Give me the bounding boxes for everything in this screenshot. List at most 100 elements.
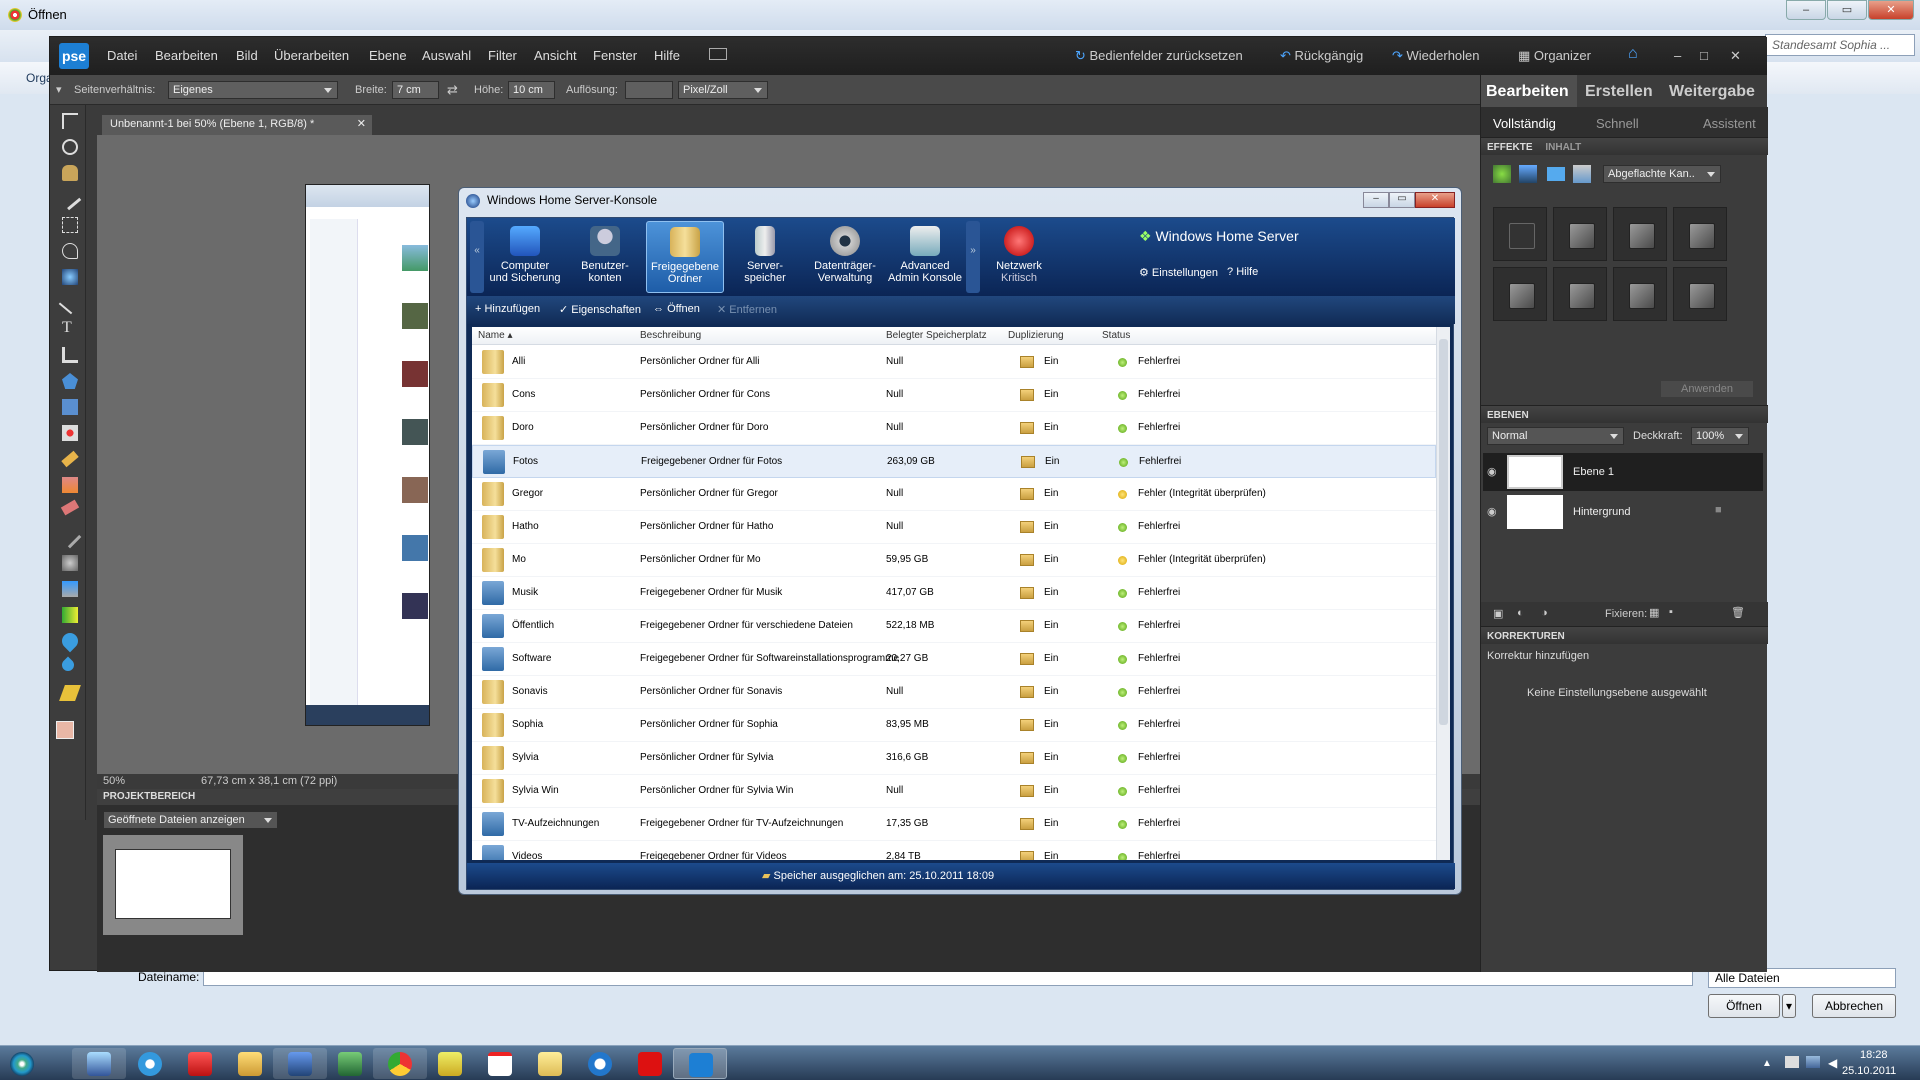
adjustment-layer-icon[interactable]: ◐ <box>1517 607 1524 619</box>
open-options-arrow[interactable]: ▾ <box>1782 994 1796 1018</box>
foreground-color-swatch[interactable] <box>56 721 74 739</box>
menu-hilfe[interactable]: Hilfe <box>654 48 680 63</box>
menu-fenster[interactable]: Fenster <box>593 48 637 63</box>
taskbar-app[interactable] <box>623 1048 677 1079</box>
clock-time[interactable]: 18:28 <box>1860 1049 1888 1061</box>
add-button[interactable]: + Hinzufügen <box>475 303 540 315</box>
taskbar-app[interactable] <box>423 1048 477 1079</box>
cancel-button[interactable]: Abbrechen <box>1812 994 1896 1018</box>
menu-datei[interactable]: Datei <box>107 48 137 63</box>
table-row[interactable]: Öffentlich Freigegebener Ordner für versc… <box>472 610 1436 643</box>
ratio-select[interactable]: Eigenes <box>168 81 338 99</box>
menu-bild[interactable]: Bild <box>236 48 258 63</box>
network-icon[interactable] <box>1806 1056 1820 1068</box>
settings-link[interactable]: ⚙ Einstellungen <box>1139 266 1218 279</box>
move-tool-icon[interactable] <box>62 113 78 129</box>
nav-advanced-admin[interactable]: Advanced Admin Konsole <box>886 221 964 293</box>
start-button[interactable] <box>2 1048 48 1079</box>
table-row[interactable]: Sylvia Win Persönlicher Ordner für Sylvia… <box>472 775 1436 808</box>
search-input[interactable]: Standesamt Sophia ... <box>1765 34 1915 56</box>
taskbar-app[interactable] <box>323 1048 377 1079</box>
column-status[interactable]: Status <box>1102 330 1130 341</box>
undo-button[interactable]: ↶ Rückgängig <box>1280 48 1363 64</box>
menu-ebene[interactable]: Ebene <box>369 48 407 63</box>
reset-panels-button[interactable]: ↻ Bedienfelder zurücksetzen <box>1075 48 1243 64</box>
gradient-tool-icon[interactable] <box>62 607 78 623</box>
layer-styles-icon[interactable] <box>1519 165 1537 183</box>
content-tab[interactable]: INHALT <box>1545 142 1581 153</box>
pse-close-button[interactable]: ✕ <box>1730 48 1741 64</box>
visibility-eye-icon[interactable]: ◉ <box>1487 505 1497 518</box>
project-bin-select[interactable]: Geöffnete Dateien anzeigen <box>103 811 278 829</box>
nav-computer-backup[interactable]: Computer und Sicherung <box>486 221 564 293</box>
scrollbar-thumb[interactable] <box>1439 339 1448 725</box>
column-description[interactable]: Beschreibung <box>640 330 701 341</box>
effect-thumb[interactable] <box>1553 267 1607 321</box>
height-input[interactable]: 10 cm <box>508 81 555 99</box>
table-row[interactable]: Videos Freigegebener Ordner für Videos 2,8… <box>472 841 1436 860</box>
layer-row-ebene-1[interactable]: ◉ Ebene 1 <box>1483 453 1763 491</box>
brush-tool-icon[interactable] <box>58 525 82 549</box>
table-row[interactable]: Doro Persönlicher Ordner für Doro Null Ein F… <box>472 412 1436 445</box>
whs-minimize-button[interactable]: – <box>1363 192 1389 208</box>
remove-button[interactable]: ✕ Entfernen <box>717 303 777 316</box>
column-space[interactable]: Belegter Speicherplatz <box>886 330 987 341</box>
sponge-tool-icon[interactable] <box>59 685 81 701</box>
effect-thumb[interactable] <box>1673 267 1727 321</box>
effect-thumb[interactable] <box>1493 267 1547 321</box>
mode-guided[interactable]: Assistent <box>1703 116 1756 131</box>
effects-filter-icon[interactable] <box>1493 165 1511 183</box>
width-input[interactable]: 7 cm <box>392 81 439 99</box>
taskbar-app[interactable] <box>173 1048 227 1079</box>
effects-category-select[interactable]: Abgeflachte Kan.. <box>1603 165 1721 183</box>
organizer-button[interactable]: ▦ Organizer <box>1518 48 1591 64</box>
table-row[interactable]: Mo Persönlicher Ordner für Mo 59,95 GB Ein F… <box>472 544 1436 577</box>
nav-shared-folders[interactable]: Freigegebene Ordner <box>646 221 724 293</box>
photo-effects-icon[interactable] <box>1547 167 1565 181</box>
table-row[interactable]: Fotos Freigegebener Ordner für Fotos 263,0… <box>472 445 1436 478</box>
menu-ansicht[interactable]: Ansicht <box>534 48 577 63</box>
whs-maximize-button[interactable]: ▭ <box>1389 192 1415 208</box>
taskbar-app[interactable] <box>473 1048 527 1079</box>
arrange-documents-icon[interactable] <box>709 48 727 60</box>
pse-maximize-button[interactable]: □ <box>1700 48 1708 63</box>
menu-ueberarbeiten[interactable]: Überarbeiten <box>274 48 349 63</box>
effect-thumb[interactable] <box>1493 207 1547 261</box>
shape-tool-icon[interactable] <box>58 629 82 653</box>
maximize-button[interactable]: ▭ <box>1827 0 1867 20</box>
effect-thumb[interactable] <box>1673 207 1727 261</box>
options-menu-arrow[interactable]: ▾ <box>56 83 62 96</box>
table-row[interactable]: Sylvia Persönlicher Ordner für Sylvia 316,… <box>472 742 1436 775</box>
red-eye-tool-icon[interactable] <box>62 425 78 441</box>
table-row[interactable]: Gregor Persönlicher Ordner für Gregor Null… <box>472 478 1436 511</box>
magic-wand-icon[interactable] <box>62 269 78 285</box>
lock-all-icon[interactable]: ▪ <box>1669 606 1673 618</box>
pse-minimize-button[interactable]: – <box>1674 48 1681 63</box>
zoom-level[interactable]: 50% <box>103 775 125 787</box>
table-row[interactable]: Musik Freigegebener Ordner für Musik 417,0… <box>472 577 1436 610</box>
help-link[interactable]: ? Hilfe <box>1227 266 1258 278</box>
table-row[interactable]: Sonavis Persönlicher Ordner für Sonavis Nu… <box>472 676 1436 709</box>
document-tab[interactable]: Unbenannt-1 bei 50% (Ebene 1, RGB/8) * ✕ <box>102 115 372 135</box>
menu-filter[interactable]: Filter <box>488 48 517 63</box>
effects-tab[interactable]: EFFEKTE <box>1487 142 1533 153</box>
nav-network-status[interactable]: Netzwerk Kritisch <box>981 221 1057 293</box>
healing-brush-icon[interactable] <box>61 450 79 468</box>
table-scrollbar[interactable] <box>1436 327 1450 860</box>
delete-layer-icon[interactable]: 🗑 <box>1731 606 1745 619</box>
layer-row-hintergrund[interactable]: ◉ Hintergrund ■ <box>1483 493 1763 531</box>
taskbar-app[interactable] <box>223 1048 277 1079</box>
close-tab-icon[interactable]: ✕ <box>357 117 366 130</box>
taskbar-app-active[interactable] <box>673 1048 727 1079</box>
tab-bearbeiten[interactable]: Bearbeiten <box>1486 83 1569 101</box>
opacity-input[interactable]: 100% <box>1691 427 1749 445</box>
nav-scroll-left-icon[interactable]: « <box>470 221 484 293</box>
table-row[interactable]: Sophia Persönlicher Ordner für Sophia 83,9… <box>472 709 1436 742</box>
taskbar-app[interactable] <box>72 1048 126 1079</box>
whs-close-button[interactable]: ✕ <box>1415 192 1455 208</box>
project-thumbnail[interactable] <box>103 835 243 935</box>
table-row[interactable]: TV-Aufzeichnungen Freigegebener Ordner fü… <box>472 808 1436 841</box>
nav-scroll-right-icon[interactable]: » <box>966 221 980 293</box>
menu-bearbeiten[interactable]: Bearbeiten <box>155 48 218 63</box>
taskbar-app[interactable] <box>523 1048 577 1079</box>
